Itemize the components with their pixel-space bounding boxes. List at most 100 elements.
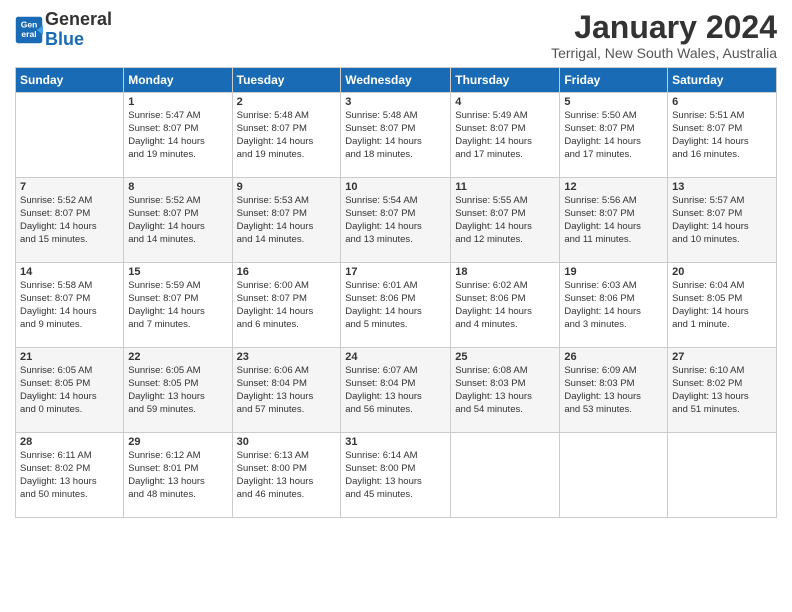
- day-cell: [451, 433, 560, 518]
- day-cell: 5Sunrise: 5:50 AM Sunset: 8:07 PM Daylig…: [560, 93, 668, 178]
- calendar-table: SundayMondayTuesdayWednesdayThursdayFrid…: [15, 67, 777, 518]
- day-cell: 16 Sunrise: 6:00 AM Sunset: 8:07 PM Dayli…: [232, 263, 341, 348]
- header-cell-saturday: Saturday: [668, 68, 777, 93]
- day-cell: 12Sunrise: 5:56 AM Sunset: 8:07 PM Dayli…: [560, 178, 668, 263]
- day-cell: 11 Sunrise: 5:55 AM Sunset: 8:07 PM Dayli…: [451, 178, 560, 263]
- week-row-4: 21Sunrise: 6:05 AM Sunset: 8:05 PM Dayli…: [16, 348, 777, 433]
- day-cell: 10Sunrise: 5:54 AM Sunset: 8:07 PM Dayli…: [341, 178, 451, 263]
- day-info: Sunrise: 6:08 AM Sunset: 8:03 PM Dayligh…: [455, 365, 555, 416]
- day-cell: 19Sunrise: 6:03 AM Sunset: 8:06 PM Dayli…: [560, 263, 668, 348]
- day-number: 20: [672, 266, 772, 278]
- header-cell-sunday: Sunday: [16, 68, 124, 93]
- logo-line2: Blue: [45, 29, 84, 49]
- day-info: Sunrise: 6:11 AM Sunset: 8:02 PM Dayligh…: [20, 450, 119, 501]
- day-info: Sunrise: 6:07 AM Sunset: 8:04 PM Dayligh…: [345, 365, 446, 416]
- day-number: 26: [564, 351, 663, 363]
- day-cell: 26Sunrise: 6:09 AM Sunset: 8:03 PM Dayli…: [560, 348, 668, 433]
- header-cell-friday: Friday: [560, 68, 668, 93]
- day-number: 10: [345, 181, 446, 193]
- day-number: 2: [237, 96, 337, 108]
- day-info: Sunrise: 6:10 AM Sunset: 8:02 PM Dayligh…: [672, 365, 772, 416]
- day-number: 28: [20, 436, 119, 448]
- day-cell: 27 Sunrise: 6:10 AM Sunset: 8:02 PM Dayli…: [668, 348, 777, 433]
- week-row-1: 1 Sunrise: 5:47 AM Sunset: 8:07 PM Daylig…: [16, 93, 777, 178]
- day-cell: 22Sunrise: 6:05 AM Sunset: 8:05 PM Dayli…: [124, 348, 232, 433]
- header-cell-tuesday: Tuesday: [232, 68, 341, 93]
- day-info: Sunrise: 6:12 AM Sunset: 8:01 PM Dayligh…: [128, 450, 227, 501]
- day-number: 23: [237, 351, 337, 363]
- logo-text: General Blue: [45, 10, 112, 50]
- day-cell: [668, 433, 777, 518]
- day-number: 4: [455, 96, 555, 108]
- day-info: Sunrise: 5:50 AM Sunset: 8:07 PM Dayligh…: [564, 110, 663, 161]
- day-number: 9: [237, 181, 337, 193]
- day-info: Sunrise: 5:51 AM Sunset: 8:07 PM Dayligh…: [672, 110, 772, 161]
- day-number: 22: [128, 351, 227, 363]
- day-info: Sunrise: 5:55 AM Sunset: 8:07 PM Dayligh…: [455, 195, 555, 246]
- day-info: Sunrise: 5:57 AM Sunset: 8:07 PM Dayligh…: [672, 195, 772, 246]
- day-number: 30: [237, 436, 337, 448]
- day-number: 24: [345, 351, 446, 363]
- day-number: 19: [564, 266, 663, 278]
- week-row-5: 28 Sunrise: 6:11 AM Sunset: 8:02 PM Dayli…: [16, 433, 777, 518]
- day-cell: [16, 93, 124, 178]
- day-info: Sunrise: 5:47 AM Sunset: 8:07 PM Dayligh…: [128, 110, 227, 161]
- day-info: Sunrise: 6:06 AM Sunset: 8:04 PM Dayligh…: [237, 365, 337, 416]
- day-cell: 23 Sunrise: 6:06 AM Sunset: 8:04 PM Dayli…: [232, 348, 341, 433]
- day-cell: 31 Sunrise: 6:14 AM Sunset: 8:00 PM Dayli…: [341, 433, 451, 518]
- day-number: 1: [128, 96, 227, 108]
- day-cell: 6 Sunrise: 5:51 AM Sunset: 8:07 PM Daylig…: [668, 93, 777, 178]
- day-cell: 7 Sunrise: 5:52 AM Sunset: 8:07 PM Daylig…: [16, 178, 124, 263]
- svg-text:Gen: Gen: [21, 19, 38, 29]
- logo-icon: Gen eral: [15, 16, 43, 44]
- day-number: 7: [20, 181, 119, 193]
- day-cell: 18 Sunrise: 6:02 AM Sunset: 8:06 PM Dayli…: [451, 263, 560, 348]
- day-cell: [560, 433, 668, 518]
- day-cell: 21Sunrise: 6:05 AM Sunset: 8:05 PM Dayli…: [16, 348, 124, 433]
- header-cell-wednesday: Wednesday: [341, 68, 451, 93]
- day-number: 16: [237, 266, 337, 278]
- day-number: 25: [455, 351, 555, 363]
- logo: Gen eral General Blue: [15, 10, 112, 50]
- day-cell: 15Sunrise: 5:59 AM Sunset: 8:07 PM Dayli…: [124, 263, 232, 348]
- day-info: Sunrise: 5:48 AM Sunset: 8:07 PM Dayligh…: [237, 110, 337, 161]
- svg-text:eral: eral: [21, 29, 36, 39]
- calendar-subtitle: Terrigal, New South Wales, Australia: [551, 45, 777, 61]
- day-info: Sunrise: 5:52 AM Sunset: 8:07 PM Dayligh…: [20, 195, 119, 246]
- day-info: Sunrise: 6:14 AM Sunset: 8:00 PM Dayligh…: [345, 450, 446, 501]
- day-cell: 25 Sunrise: 6:08 AM Sunset: 8:03 PM Dayli…: [451, 348, 560, 433]
- day-info: Sunrise: 6:04 AM Sunset: 8:05 PM Dayligh…: [672, 280, 772, 331]
- day-cell: 14Sunrise: 5:58 AM Sunset: 8:07 PM Dayli…: [16, 263, 124, 348]
- day-info: Sunrise: 6:13 AM Sunset: 8:00 PM Dayligh…: [237, 450, 337, 501]
- day-info: Sunrise: 5:56 AM Sunset: 8:07 PM Dayligh…: [564, 195, 663, 246]
- day-cell: 8Sunrise: 5:52 AM Sunset: 8:07 PM Daylig…: [124, 178, 232, 263]
- day-info: Sunrise: 6:01 AM Sunset: 8:06 PM Dayligh…: [345, 280, 446, 331]
- day-number: 17: [345, 266, 446, 278]
- day-cell: 20 Sunrise: 6:04 AM Sunset: 8:05 PM Dayli…: [668, 263, 777, 348]
- day-cell: 2 Sunrise: 5:48 AM Sunset: 8:07 PM Daylig…: [232, 93, 341, 178]
- day-cell: 24 Sunrise: 6:07 AM Sunset: 8:04 PM Dayli…: [341, 348, 451, 433]
- day-cell: 29Sunrise: 6:12 AM Sunset: 8:01 PM Dayli…: [124, 433, 232, 518]
- day-info: Sunrise: 6:05 AM Sunset: 8:05 PM Dayligh…: [20, 365, 119, 416]
- day-info: Sunrise: 5:59 AM Sunset: 8:07 PM Dayligh…: [128, 280, 227, 331]
- day-number: 8: [128, 181, 227, 193]
- header-row: SundayMondayTuesdayWednesdayThursdayFrid…: [16, 68, 777, 93]
- day-number: 11: [455, 181, 555, 193]
- day-number: 31: [345, 436, 446, 448]
- day-number: 18: [455, 266, 555, 278]
- day-info: Sunrise: 5:53 AM Sunset: 8:07 PM Dayligh…: [237, 195, 337, 246]
- calendar-title: January 2024: [551, 10, 777, 45]
- week-row-3: 14Sunrise: 5:58 AM Sunset: 8:07 PM Dayli…: [16, 263, 777, 348]
- day-number: 13: [672, 181, 772, 193]
- day-cell: 28 Sunrise: 6:11 AM Sunset: 8:02 PM Dayli…: [16, 433, 124, 518]
- title-block: January 2024 Terrigal, New South Wales, …: [551, 10, 777, 61]
- day-cell: 3Sunrise: 5:48 AM Sunset: 8:07 PM Daylig…: [341, 93, 451, 178]
- page-container: Gen eral General Blue January 2024 Terri…: [0, 0, 792, 528]
- day-info: Sunrise: 6:00 AM Sunset: 8:07 PM Dayligh…: [237, 280, 337, 331]
- day-number: 27: [672, 351, 772, 363]
- day-number: 6: [672, 96, 772, 108]
- header: Gen eral General Blue January 2024 Terri…: [15, 10, 777, 61]
- logo-line1: General: [45, 9, 112, 29]
- day-info: Sunrise: 6:02 AM Sunset: 8:06 PM Dayligh…: [455, 280, 555, 331]
- day-cell: 1 Sunrise: 5:47 AM Sunset: 8:07 PM Daylig…: [124, 93, 232, 178]
